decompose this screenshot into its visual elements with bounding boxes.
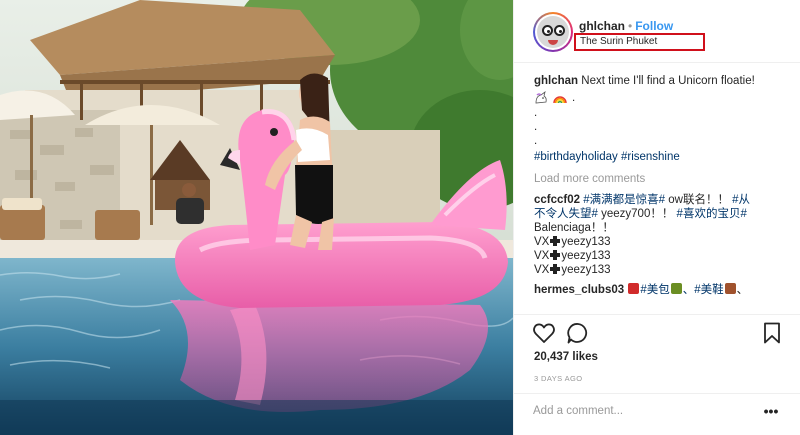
- post-timestamp: 3 DAYS AGO: [534, 374, 583, 383]
- vx-line: VX yeezy133: [534, 264, 611, 276]
- more-options-icon[interactable]: •••: [762, 404, 780, 421]
- caption-username[interactable]: ghlchan: [534, 75, 578, 87]
- location-link[interactable]: The Surin Phuket: [574, 33, 705, 51]
- caption-dot-line: .: [534, 135, 538, 147]
- hashtag-link[interactable]: 、#美鞋: [683, 284, 724, 296]
- bookmark-icon[interactable]: [760, 321, 784, 345]
- comment-text: yeezy700！！: [601, 208, 674, 220]
- speech-bubble-icon[interactable]: [566, 321, 590, 345]
- caption-dot-line: .: [534, 107, 538, 119]
- hashtag-link[interactable]: #从: [732, 194, 750, 206]
- load-more-comments-button[interactable]: Load more comments: [534, 171, 790, 187]
- hashtag-link[interactable]: 不令人失望#: [534, 208, 598, 220]
- plus-emoji-icon: [550, 250, 561, 260]
- comments-list: ghlchan Next time I'll find a Unicorn fl…: [534, 73, 790, 304]
- plus-emoji-icon: [550, 236, 561, 246]
- comment-item: ccfccf02 #满满都是惊喜# ow联名！！ #从 不令人失望# yeezy…: [534, 192, 790, 276]
- hashtag-link[interactable]: #risenshine: [621, 151, 680, 163]
- header-username[interactable]: ghlchan: [579, 19, 625, 33]
- caption-text: Next time I'll find a Unicorn floatie!: [581, 75, 755, 87]
- comment-username[interactable]: hermes_clubs03: [534, 284, 624, 296]
- vx-line: VX yeezy133: [534, 250, 611, 262]
- caption: ghlchan Next time I'll find a Unicorn fl…: [534, 73, 790, 89]
- vx-line: VX yeezy133: [534, 236, 611, 248]
- caption-hashtags: #birthdayholiday #risenshine: [534, 149, 790, 165]
- hashtag-link[interactable]: #喜欢的宝贝#: [677, 208, 747, 220]
- heart-outline-icon[interactable]: [532, 321, 556, 345]
- post-side-panel: ghlchan • Follow The Surin Phuket ghlchan …: [513, 0, 800, 435]
- add-comment-bar: •••: [514, 393, 800, 435]
- comment-text: Balenciaga！！: [534, 222, 614, 234]
- header-username-row: ghlchan • Follow: [579, 19, 673, 33]
- caption-dot-line: .: [534, 121, 538, 133]
- emoji-trail: .: [572, 92, 576, 104]
- hashtag-link[interactable]: #birthdayholiday: [534, 151, 618, 163]
- hashtag-link[interactable]: #美包: [640, 284, 669, 296]
- rainbow-emoji-icon: [553, 96, 567, 104]
- add-comment-input[interactable]: [533, 405, 748, 417]
- post-photo-illustration: [0, 0, 513, 435]
- caption-emoji-row: .: [534, 89, 790, 107]
- comment-item: hermes_clubs03 #美包、#美鞋、 、、: [534, 282, 790, 302]
- comment-overflow: 、、: [534, 296, 790, 302]
- avatar-image: [537, 16, 569, 48]
- high-heel-emoji-icon: [724, 283, 736, 294]
- plus-emoji-icon: [550, 264, 561, 274]
- hashtag-link[interactable]: #满满都是惊喜#: [583, 194, 665, 206]
- separator-dot: •: [628, 19, 633, 33]
- unicorn-emoji-icon: [535, 91, 547, 104]
- post-header: ghlchan • Follow The Surin Phuket: [514, 0, 800, 63]
- apple-emoji-icon: [628, 283, 640, 294]
- likes-count[interactable]: 20,437 likes: [534, 351, 598, 363]
- lizard-emoji-icon: [670, 283, 682, 294]
- post-photo[interactable]: [0, 0, 513, 435]
- comment-text: ow联名！！: [668, 194, 729, 206]
- post-actions-bar: [514, 314, 800, 350]
- comment-username[interactable]: ccfccf02: [534, 194, 580, 206]
- follow-button[interactable]: Follow: [635, 19, 673, 33]
- avatar[interactable]: [533, 12, 573, 52]
